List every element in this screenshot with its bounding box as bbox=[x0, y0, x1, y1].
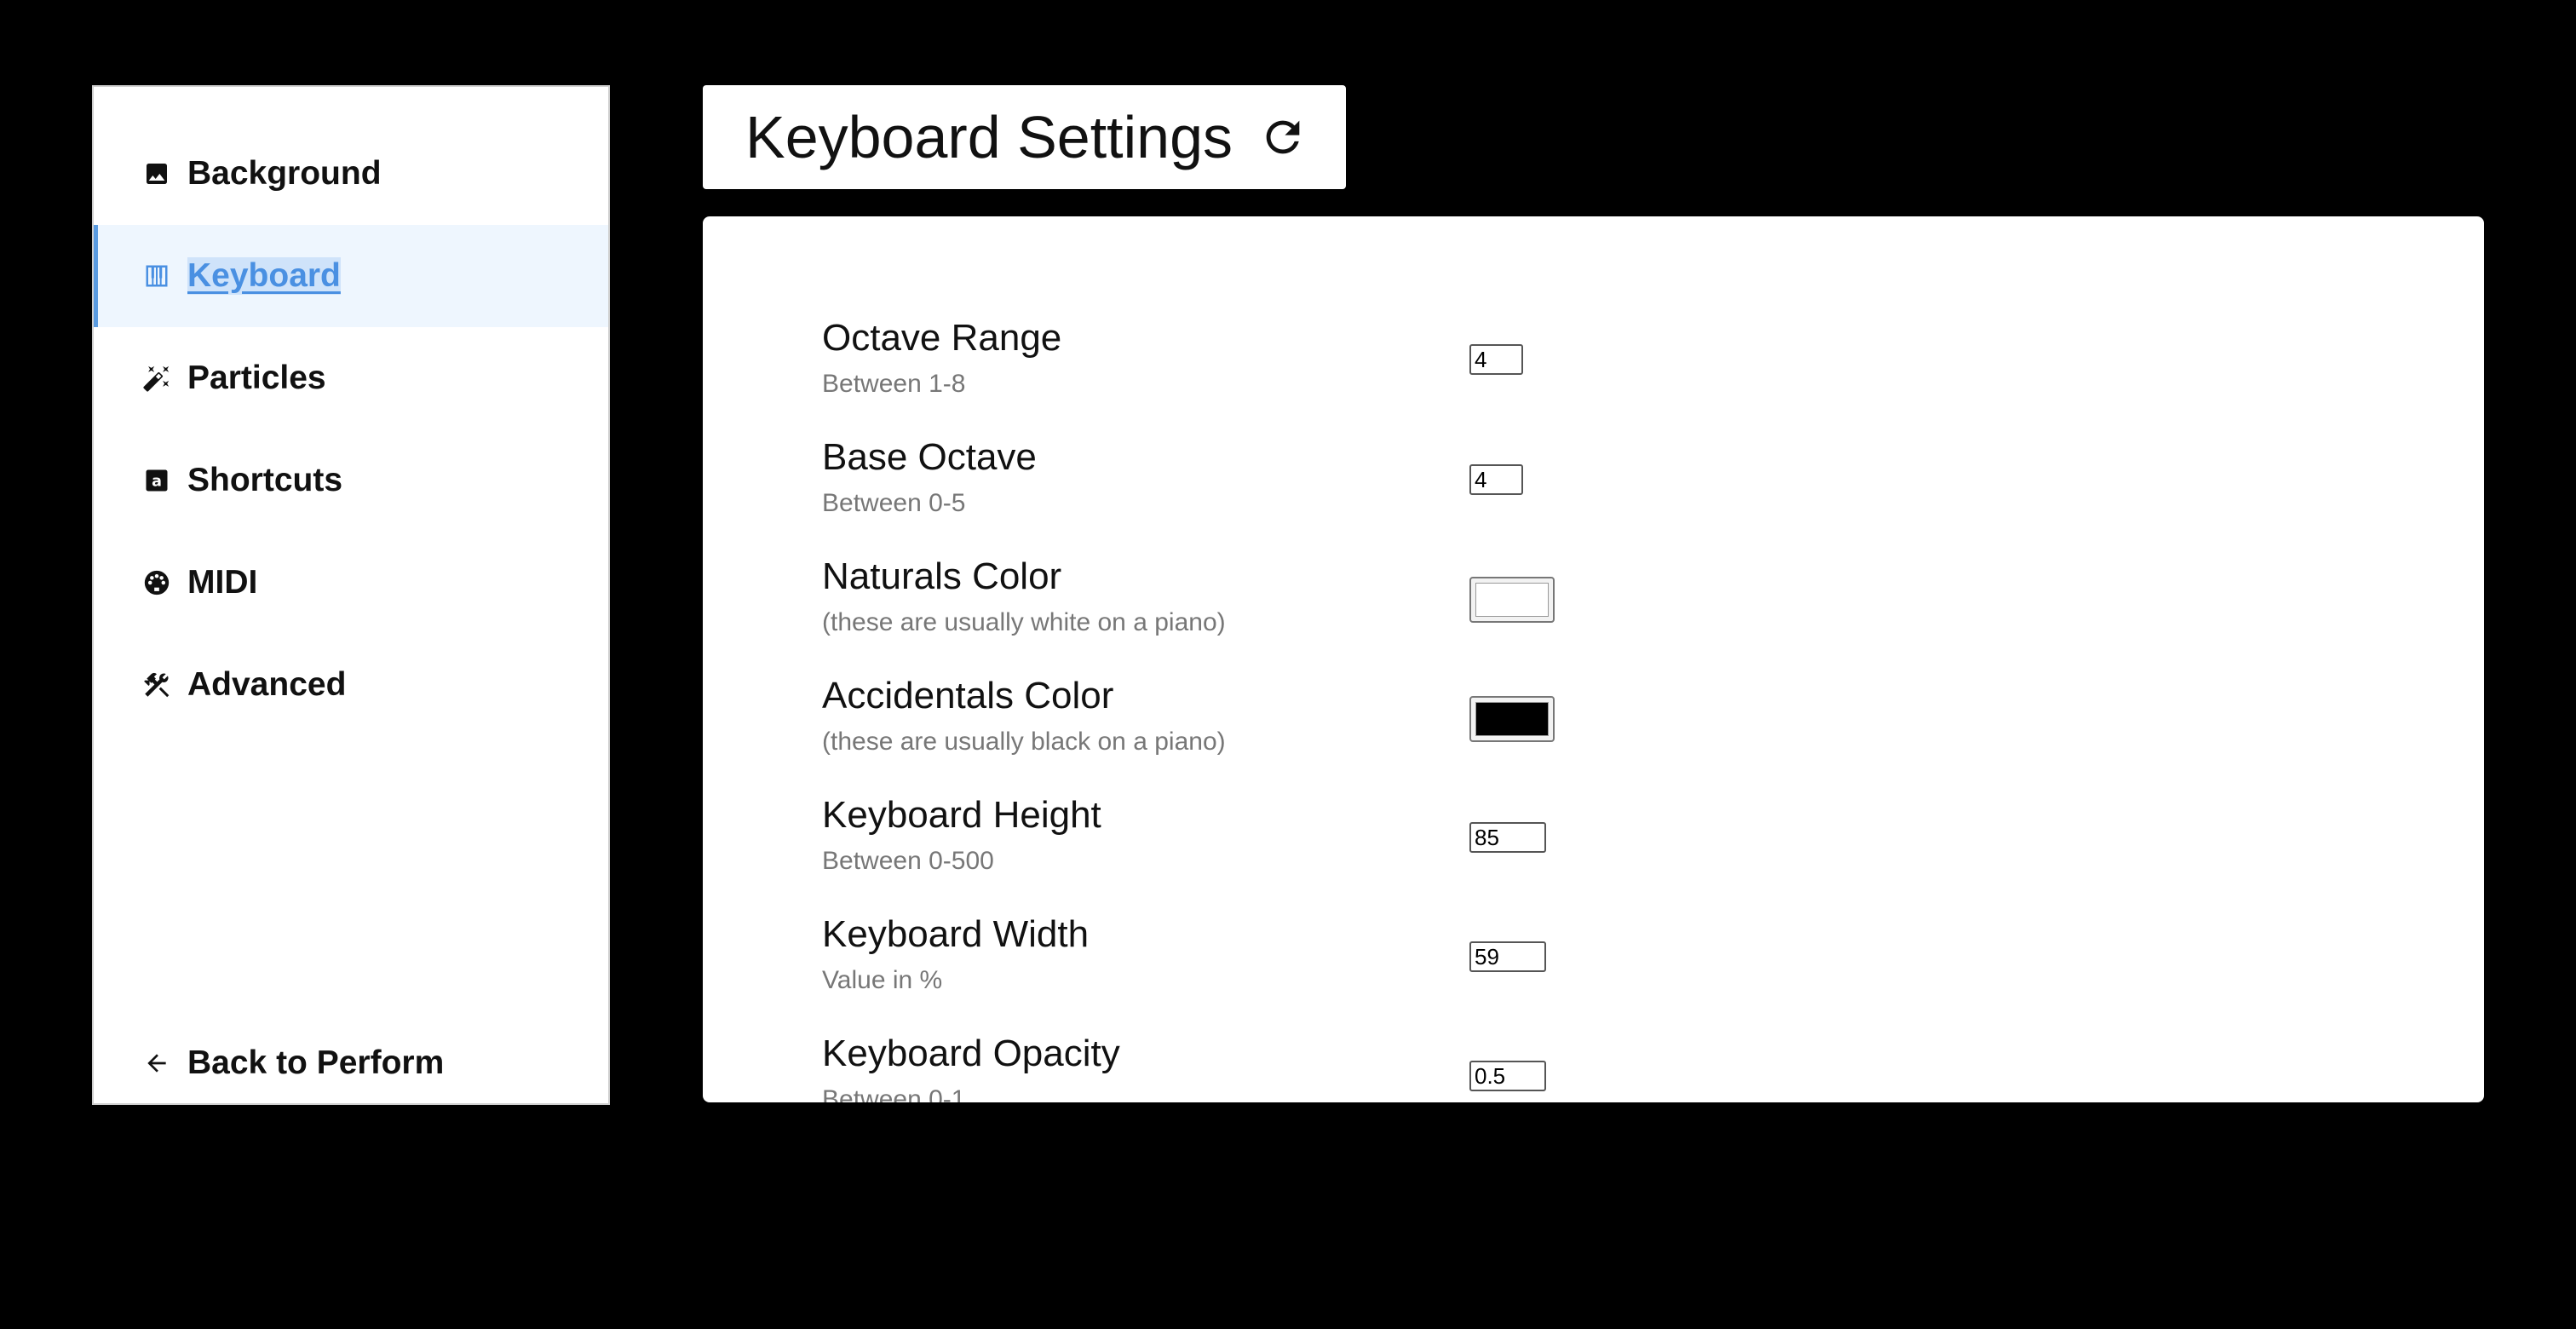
naturals-color-picker[interactable] bbox=[1469, 577, 1555, 623]
setting-keyboard-opacity: Keyboard Opacity Between 0-1 bbox=[822, 1033, 2100, 1102]
sidebar-item-advanced[interactable]: Advanced bbox=[94, 634, 608, 736]
setting-base-octave: Base Octave Between 0-5 bbox=[822, 436, 2100, 547]
keyboard-width-input[interactable] bbox=[1469, 941, 1546, 972]
sidebar-item-keyboard[interactable]: Keyboard bbox=[94, 225, 608, 327]
settings-sidebar: Background Keyboard Particles a Shortcut… bbox=[92, 85, 610, 1105]
sidebar-item-midi[interactable]: MIDI bbox=[94, 532, 608, 634]
settings-panel: Octave Range Between 1-8 Base Octave Bet… bbox=[703, 216, 2484, 1102]
setting-description: (these are usually black on a piano) bbox=[822, 728, 1226, 756]
sidebar-item-label: Advanced bbox=[187, 666, 347, 703]
setting-name: Base Octave bbox=[822, 436, 1037, 478]
setting-naturals-color: Naturals Color (these are usually white … bbox=[822, 555, 2100, 666]
setting-description: Between 0-1 bbox=[822, 1085, 966, 1102]
arrow-left-icon bbox=[141, 1048, 172, 1079]
sidebar-item-shortcuts[interactable]: a Shortcuts bbox=[94, 429, 608, 532]
setting-description: Between 0-5 bbox=[822, 489, 966, 517]
magic-wand-icon bbox=[141, 363, 172, 394]
setting-keyboard-width: Keyboard Width Value in % bbox=[822, 913, 2100, 1024]
midi-port-icon bbox=[141, 567, 172, 598]
setting-name: Naturals Color bbox=[822, 555, 1062, 597]
image-icon bbox=[141, 158, 172, 189]
setting-name: Keyboard Width bbox=[822, 913, 1090, 955]
base-octave-input[interactable] bbox=[1469, 464, 1523, 495]
setting-name: Accidentals Color bbox=[822, 675, 1114, 716]
sidebar-item-label: Keyboard bbox=[187, 257, 341, 295]
sidebar-item-label: Background bbox=[187, 155, 382, 192]
page-header: Keyboard Settings bbox=[703, 85, 1346, 189]
keyboard-height-input[interactable] bbox=[1469, 822, 1546, 853]
letter-a-icon: a bbox=[141, 465, 172, 496]
tools-icon bbox=[141, 670, 172, 700]
setting-description: Between 1-8 bbox=[822, 370, 966, 398]
setting-description: Value in % bbox=[822, 966, 943, 994]
back-to-perform-label: Back to Perform bbox=[187, 1044, 445, 1081]
setting-octave-range: Octave Range Between 1-8 bbox=[822, 317, 2100, 428]
piano-icon bbox=[141, 261, 172, 291]
octave-range-input[interactable] bbox=[1469, 344, 1523, 375]
color-swatch-fill bbox=[1475, 702, 1549, 736]
sidebar-item-label: MIDI bbox=[187, 564, 258, 601]
page-title: Keyboard Settings bbox=[745, 104, 1233, 170]
back-to-perform-button[interactable]: Back to Perform bbox=[94, 1012, 608, 1114]
setting-name: Keyboard Opacity bbox=[822, 1033, 1120, 1074]
refresh-icon[interactable] bbox=[1258, 112, 1308, 162]
color-swatch-fill bbox=[1475, 583, 1549, 617]
setting-description: (these are usually white on a piano) bbox=[822, 608, 1226, 636]
setting-accidentals-color: Accidentals Color (these are usually bla… bbox=[822, 675, 2100, 785]
setting-keyboard-height: Keyboard Height Between 0-500 bbox=[822, 794, 2100, 905]
sidebar-item-label: Shortcuts bbox=[187, 462, 343, 498]
keyboard-opacity-input[interactable] bbox=[1469, 1061, 1546, 1091]
sidebar-item-particles[interactable]: Particles bbox=[94, 327, 608, 429]
setting-name: Octave Range bbox=[822, 317, 1062, 359]
accidentals-color-picker[interactable] bbox=[1469, 696, 1555, 742]
setting-description: Between 0-500 bbox=[822, 847, 994, 875]
svg-text:a: a bbox=[152, 473, 162, 490]
sidebar-item-background[interactable]: Background bbox=[94, 123, 608, 225]
sidebar-item-label: Particles bbox=[187, 360, 326, 396]
setting-name: Keyboard Height bbox=[822, 794, 1101, 836]
